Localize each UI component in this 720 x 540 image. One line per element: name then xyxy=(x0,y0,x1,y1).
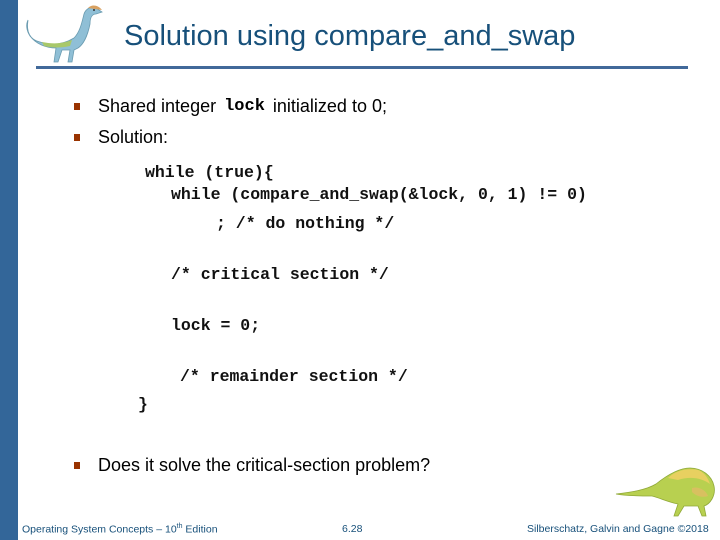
footer-book-title: Operating System Concepts – 10th Edition xyxy=(22,523,218,536)
left-accent-bar xyxy=(0,0,18,540)
slide-title: Solution using compare_and_swap xyxy=(124,20,576,52)
bullet-text: Shared integer xyxy=(98,96,217,116)
footer-authors: Silberschatz, Galvin and Gagne ©2018 xyxy=(527,523,709,535)
bullet-item: Does it solve the critical-section probl… xyxy=(74,455,430,476)
code-line: } xyxy=(138,395,148,414)
title-underline xyxy=(36,66,688,69)
bullet-item: Shared integer lock initialized to 0; xyxy=(74,96,387,117)
dinosaur-logo-icon xyxy=(615,467,715,517)
bullet-marker xyxy=(74,134,80,141)
code-line: /* critical section */ xyxy=(171,265,389,284)
footer-edition-text: Edition xyxy=(182,523,218,536)
dinosaur-logo-icon xyxy=(26,5,103,63)
bullet-marker xyxy=(74,462,80,469)
bullet-item: Solution: xyxy=(74,127,168,148)
bullet-marker xyxy=(74,103,80,110)
code-line: ; /* do nothing */ xyxy=(216,214,395,233)
code-line: lock = 0; xyxy=(171,316,261,335)
code-line: /* remainder section */ xyxy=(180,367,408,386)
page-number: 6.28 xyxy=(342,523,363,535)
inline-code: lock xyxy=(224,97,265,116)
bullet-text: Solution: xyxy=(98,127,169,147)
code-line: while (true){ xyxy=(145,163,274,182)
bullet-text: Does it solve the critical-section probl… xyxy=(98,455,431,475)
code-line: while (compare_and_swap(&lock, 0, 1) != … xyxy=(171,185,587,204)
footer-book-title-text: Operating System Concepts – 10 xyxy=(22,523,177,536)
bullet-text: initialized to 0; xyxy=(272,96,387,116)
